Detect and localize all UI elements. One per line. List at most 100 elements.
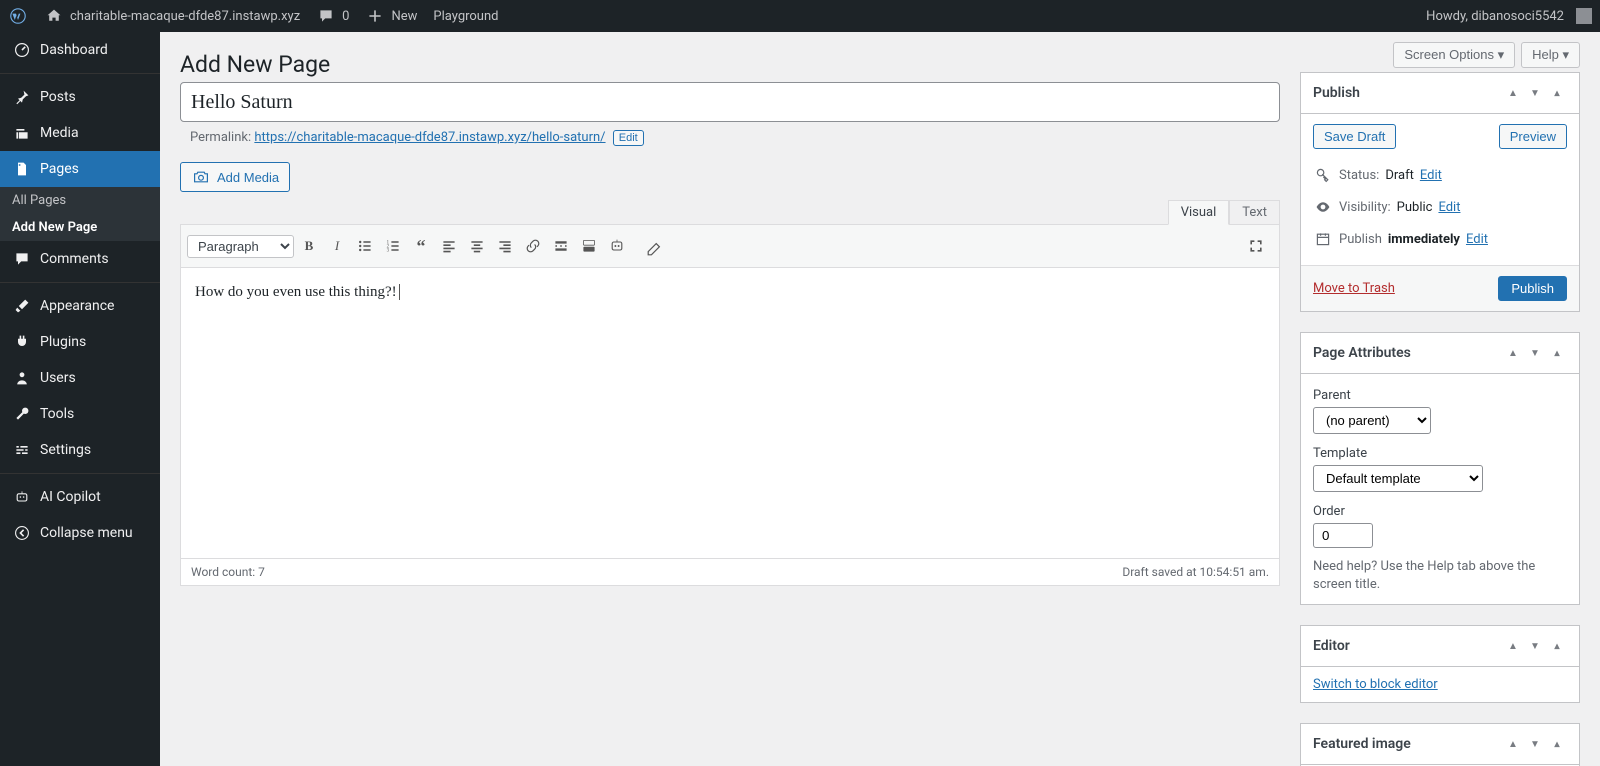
sidebar-item-settings[interactable]: Settings — [0, 432, 160, 468]
schedule-value: immediately — [1388, 232, 1460, 247]
preview-button[interactable]: Preview — [1499, 124, 1567, 149]
align-left-button[interactable] — [436, 233, 462, 259]
caret-up-icon[interactable]: ▴ — [1547, 636, 1567, 656]
add-media-button[interactable]: Add Media — [180, 162, 290, 192]
sidebar-item-label: Dashboard — [40, 42, 108, 58]
new-link[interactable]: New — [357, 0, 425, 32]
permalink-edit-button[interactable]: Edit — [613, 130, 644, 146]
howdy-text: Howdy, dibanosoci5542 — [1426, 9, 1564, 24]
read-more-button[interactable] — [548, 233, 574, 259]
sidebar-item-label: Tools — [40, 406, 74, 422]
align-center-button[interactable] — [464, 233, 490, 259]
sidebar-item-label: AI Copilot — [40, 489, 101, 505]
sidebar-item-comments[interactable]: Comments — [0, 241, 160, 277]
editor-content[interactable]: How do you even use this thing?! — [181, 268, 1279, 558]
plugin-icon — [12, 332, 32, 352]
chevron-down-icon[interactable]: ▼ — [1525, 83, 1545, 103]
eye-icon — [1313, 197, 1333, 217]
chevron-down-icon[interactable]: ▼ — [1525, 343, 1545, 363]
italic-button[interactable]: I — [324, 233, 350, 259]
camera-icon — [191, 167, 211, 187]
toolbar-toggle-button[interactable] — [576, 233, 602, 259]
editor: Paragraph B I 123 “ Ho — [180, 224, 1280, 586]
chevron-up-icon[interactable]: ▲ — [1503, 83, 1523, 103]
chevron-up-icon[interactable]: ▲ — [1503, 734, 1523, 754]
sidebar-item-tools[interactable]: Tools — [0, 396, 160, 432]
ai-button[interactable] — [604, 233, 630, 259]
caret-up-icon[interactable]: ▴ — [1547, 83, 1567, 103]
wrench-icon — [12, 404, 32, 424]
schedule-edit-link[interactable]: Edit — [1466, 232, 1488, 247]
template-select[interactable]: Default template — [1313, 465, 1483, 492]
collapse-icon — [12, 523, 32, 543]
sidebar-subitem-all-pages[interactable]: All Pages — [0, 187, 160, 214]
screen-options-button[interactable]: Screen Options ▾ — [1393, 42, 1515, 68]
tab-visual[interactable]: Visual — [1168, 200, 1230, 225]
permalink-row: Permalink: https://charitable-macaque-df… — [180, 122, 1280, 154]
editor-heading: Editor — [1313, 638, 1350, 654]
playground-label: Playground — [433, 9, 498, 24]
comments-link[interactable]: 0 — [308, 0, 357, 32]
chevron-down-icon[interactable]: ▼ — [1525, 636, 1545, 656]
calendar-icon — [1313, 229, 1333, 249]
switch-editor-link[interactable]: Switch to block editor — [1313, 677, 1438, 692]
link-button[interactable] — [520, 233, 546, 259]
order-input[interactable] — [1313, 523, 1373, 548]
sidebar-item-collapse[interactable]: Collapse menu — [0, 515, 160, 551]
my-account[interactable]: Howdy, dibanosoci5542 — [1418, 0, 1600, 32]
comment-icon — [316, 6, 336, 26]
pages-icon — [12, 159, 32, 179]
sidebar-item-plugins[interactable]: Plugins — [0, 324, 160, 360]
plus-icon — [365, 6, 385, 26]
sidebar-item-ai-copilot[interactable]: AI Copilot — [0, 479, 160, 515]
sidebar-item-media[interactable]: Media — [0, 115, 160, 151]
post-title-input[interactable] — [180, 82, 1280, 122]
sidebar-item-appearance[interactable]: Appearance — [0, 288, 160, 324]
site-name-link[interactable]: charitable-macaque-dfde87.instawp.xyz — [36, 0, 308, 32]
visibility-edit-link[interactable]: Edit — [1438, 200, 1460, 215]
bold-button[interactable]: B — [296, 233, 322, 259]
editor-toolbar: Paragraph B I 123 “ — [181, 225, 1279, 268]
save-draft-button[interactable]: Save Draft — [1313, 124, 1396, 149]
sidebar-item-dashboard[interactable]: Dashboard — [0, 32, 160, 68]
pin-icon — [12, 87, 32, 107]
site-name-text: charitable-macaque-dfde87.instawp.xyz — [70, 9, 300, 24]
word-count: Word count: 7 — [191, 565, 265, 579]
numbered-list-button[interactable]: 123 — [380, 233, 406, 259]
edit-icon-button[interactable] — [640, 237, 666, 263]
publish-heading: Publish — [1313, 85, 1360, 101]
dashboard-icon — [12, 40, 32, 60]
sidebar-item-users[interactable]: Users — [0, 360, 160, 396]
sidebar-item-label: Settings — [40, 442, 91, 458]
sidebar-subitem-add-new[interactable]: Add New Page — [0, 214, 160, 241]
caret-up-icon[interactable]: ▴ — [1547, 734, 1567, 754]
align-right-button[interactable] — [492, 233, 518, 259]
chevron-up-icon[interactable]: ▲ — [1503, 343, 1523, 363]
parent-select[interactable]: (no parent) — [1313, 407, 1431, 434]
comment-icon — [12, 249, 32, 269]
sidebar-item-label: Pages — [40, 161, 79, 177]
chevron-down-icon[interactable]: ▼ — [1525, 734, 1545, 754]
wp-logo[interactable] — [0, 0, 36, 32]
help-button[interactable]: Help ▾ — [1521, 42, 1580, 68]
attributes-help-text: Need help? Use the Help tab above the sc… — [1313, 558, 1567, 594]
status-edit-link[interactable]: Edit — [1420, 168, 1442, 183]
caret-up-icon[interactable]: ▴ — [1547, 343, 1567, 363]
permalink-link[interactable]: https://charitable-macaque-dfde87.instaw… — [254, 130, 605, 145]
sidebar-item-label: Collapse menu — [40, 525, 133, 541]
move-to-trash-link[interactable]: Move to Trash — [1313, 281, 1395, 296]
publish-button[interactable]: Publish — [1498, 276, 1567, 301]
order-label: Order — [1313, 504, 1567, 519]
blockquote-button[interactable]: “ — [408, 233, 434, 259]
wordpress-icon — [8, 6, 28, 26]
sidebar-item-posts[interactable]: Posts — [0, 79, 160, 115]
bulleted-list-button[interactable] — [352, 233, 378, 259]
sidebar-item-pages[interactable]: Pages — [0, 151, 160, 187]
chevron-up-icon[interactable]: ▲ — [1503, 636, 1523, 656]
tab-text[interactable]: Text — [1229, 200, 1280, 225]
sidebar-item-label: Plugins — [40, 334, 86, 350]
format-select[interactable]: Paragraph — [187, 235, 294, 258]
fullscreen-button[interactable] — [1243, 233, 1269, 259]
robot-icon — [12, 487, 32, 507]
playground-link[interactable]: Playground — [425, 0, 506, 32]
